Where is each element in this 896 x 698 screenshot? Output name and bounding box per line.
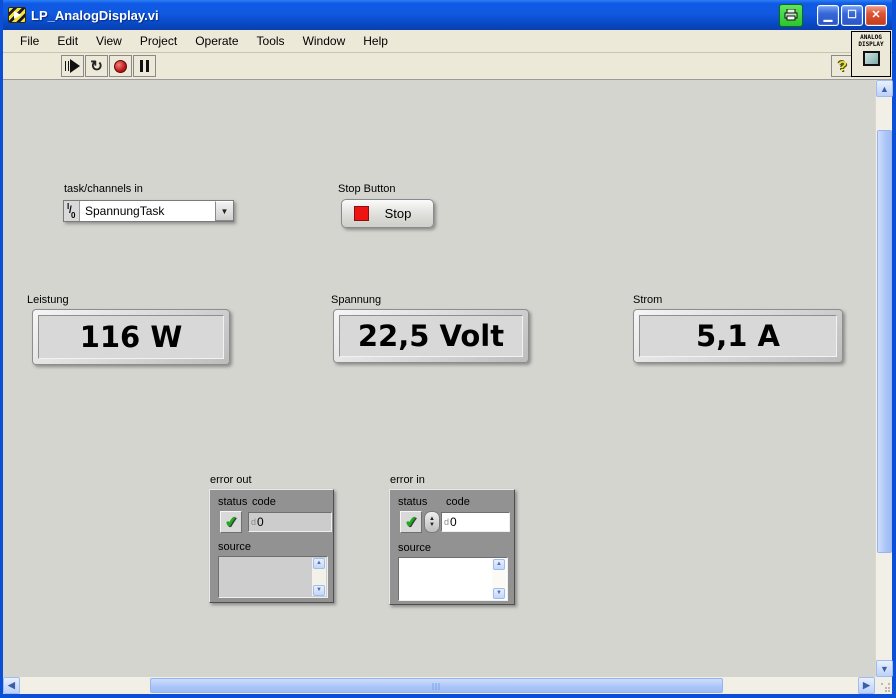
error-in-cluster: status ✔ ▲ ▼ code d 0 source ▲ ▼ <box>389 489 515 605</box>
code-increment-spinner[interactable]: ▲ ▼ <box>424 511 440 533</box>
menu-view[interactable]: View <box>87 32 131 50</box>
error-out-code-value: 0 <box>257 515 264 529</box>
leistung-label: Leistung <box>27 294 69 306</box>
error-out-cluster: status ✔ code d 0 source ▲ ▼ <box>209 489 334 603</box>
green-check-icon: ✔ <box>223 513 239 532</box>
source-mini-scrollbar[interactable]: ▲ ▼ <box>492 559 506 599</box>
stop-red-square-icon <box>354 206 369 221</box>
spinner-down-icon[interactable]: ▼ <box>429 522 435 528</box>
scroll-left-button[interactable]: ◀ <box>3 677 20 694</box>
run-arrow-icon <box>65 59 80 73</box>
source-mini-scrollbar[interactable]: ▲ ▼ <box>312 558 326 596</box>
abort-button[interactable] <box>109 55 132 77</box>
close-button[interactable]: ✕ <box>865 4 887 26</box>
pause-button[interactable] <box>133 55 156 77</box>
error-out-code-field[interactable]: d 0 <box>248 512 332 532</box>
scroll-down-button[interactable]: ▼ <box>876 660 893 677</box>
horizontal-scroll-thumb[interactable] <box>150 678 723 693</box>
pause-icon <box>140 60 149 72</box>
error-in-status-label: status <box>398 496 428 508</box>
vertical-scroll-thumb[interactable] <box>877 130 892 553</box>
printer-glyph <box>784 9 798 21</box>
menu-help[interactable]: Help <box>354 32 397 50</box>
green-check-icon: ✔ <box>403 513 419 532</box>
scroll-up-icon[interactable]: ▲ <box>493 559 505 570</box>
task-channels-label: task/channels in <box>64 183 143 195</box>
toolbar: ↻ ? ANALOG DISPLAY <box>3 31 892 80</box>
abort-circle-icon <box>114 59 127 73</box>
error-out-status-label: status <box>218 496 248 508</box>
vi-icon-text-line2: DISPLAY <box>858 41 884 48</box>
menu-file[interactable]: File <box>11 32 48 50</box>
menu-operate[interactable]: Operate <box>186 32 247 50</box>
menu-project[interactable]: Project <box>131 32 186 50</box>
window-title: LP_AnalogDisplay.vi <box>31 7 159 23</box>
strom-label: Strom <box>633 294 663 306</box>
error-in-code-label: code <box>446 496 470 508</box>
vi-icon-text-line1: ANALOG <box>860 34 882 41</box>
horizontal-scrollbar[interactable] <box>20 677 858 694</box>
scroll-down-icon[interactable]: ▼ <box>493 588 505 599</box>
spannung-value: 22,5 Volt <box>339 315 523 357</box>
spannung-label: Spannung <box>331 294 382 306</box>
minimize-button[interactable]: ▁ <box>817 4 839 26</box>
task-channels-combo[interactable]: I / 0 SpannungTask ▼ <box>63 200 234 222</box>
radix-glyph: d <box>251 517 257 527</box>
error-in-source-label: source <box>398 542 432 554</box>
error-in-source-field[interactable]: ▲ ▼ <box>398 557 508 601</box>
maximize-button[interactable]: ☐ <box>841 4 863 26</box>
error-out-label: error out <box>210 474 252 486</box>
radix-glyph: d <box>444 517 450 527</box>
combo-dropdown-arrow[interactable]: ▼ <box>215 201 233 221</box>
stop-button[interactable]: Stop <box>341 199 434 228</box>
error-out-source-field[interactable]: ▲ ▼ <box>218 556 328 598</box>
menu-window[interactable]: Window <box>294 32 355 50</box>
labview-vi-icon <box>8 7 26 23</box>
run-button[interactable] <box>61 55 84 77</box>
menu-edit[interactable]: Edit <box>48 32 87 50</box>
run-continuous-icon: ↻ <box>90 57 103 75</box>
vertical-scrollbar[interactable]: ▲ ▼ <box>875 80 893 677</box>
vi-connector-icon[interactable]: ANALOG DISPLAY <box>851 31 891 77</box>
error-in-status-control[interactable]: ✔ <box>400 511 422 533</box>
titlebar[interactable]: LP_AnalogDisplay.vi ▁ ☐ ✕ <box>3 0 892 30</box>
display-screen-glyph <box>862 51 880 66</box>
error-in-code-value: 0 <box>450 515 457 529</box>
leistung-value: 116 W <box>38 315 224 359</box>
scroll-right-button[interactable]: ▶ <box>858 677 875 694</box>
scroll-up-icon[interactable]: ▲ <box>313 558 325 569</box>
scroll-down-icon[interactable]: ▼ <box>313 585 325 596</box>
printer-tray-icon[interactable] <box>779 3 803 27</box>
menu-tools[interactable]: Tools <box>248 32 294 50</box>
error-out-source-label: source <box>218 541 252 553</box>
io-type-icon: I / 0 <box>64 201 80 221</box>
scroll-up-button[interactable]: ▲ <box>876 80 893 97</box>
strom-display: 5,1 A <box>633 309 843 363</box>
strom-value: 5,1 A <box>639 315 837 357</box>
leistung-display: 116 W <box>32 309 230 365</box>
stop-button-label: Stop Button <box>338 183 396 195</box>
error-out-status-indicator[interactable]: ✔ <box>220 511 242 533</box>
task-channels-value: SpannungTask <box>85 204 165 218</box>
error-in-code-field[interactable]: d 0 <box>441 512 510 532</box>
vi-window: LP_AnalogDisplay.vi ▁ ☐ ✕ File Edit View… <box>0 0 896 698</box>
spannung-display: 22,5 Volt <box>333 309 529 363</box>
error-in-label: error in <box>390 474 425 486</box>
front-panel: task/channels in I / 0 SpannungTask ▼ St… <box>3 80 875 677</box>
stop-button-text: Stop <box>384 206 412 221</box>
menu-bar: File Edit View Project Operate Tools Win… <box>3 30 892 53</box>
resize-grip[interactable] <box>875 677 892 694</box>
run-continuously-button[interactable]: ↻ <box>85 55 108 77</box>
error-out-code-label: code <box>252 496 276 508</box>
